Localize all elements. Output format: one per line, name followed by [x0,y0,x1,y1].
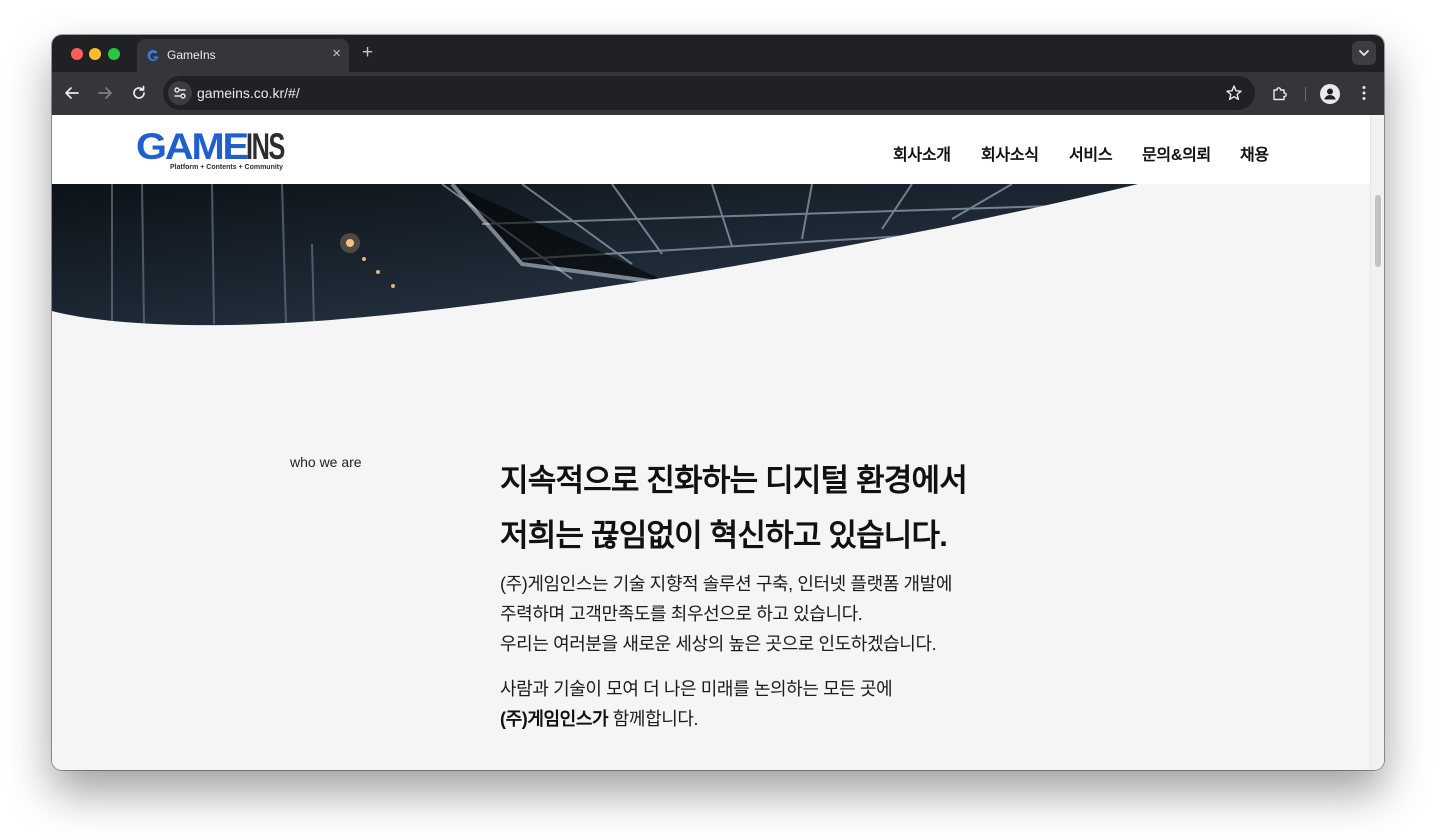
scrollbar-thumb[interactable] [1375,195,1381,267]
extensions-icon[interactable] [1271,84,1289,102]
headline-line-2: 저희는 끊임없이 혁신하고 있습니다. [500,510,948,557]
gameins-logo[interactable]: GAME INS Platform + Contents + Community [136,129,296,171]
new-tab-icon[interactable]: + [362,43,373,63]
headline-line-1: 지속적으로 진화하는 디지털 환경에서 [500,455,968,502]
profile-avatar[interactable] [1320,84,1340,104]
nav-company-news[interactable]: 회사소식 [981,141,1039,165]
back-arrow-icon[interactable] [63,84,81,102]
intro-line: (주)게임인스는 기술 지향적 솔루션 구축, 인터넷 플랫폼 개발에 [500,574,952,594]
toolbar-separator [1305,87,1306,101]
tab-search-button[interactable] [1352,41,1376,65]
nav-services[interactable]: 서비스 [1069,141,1113,165]
svg-text:Platform + Contents + Communit: Platform + Contents + Community [170,162,284,171]
chevron-down-icon [1359,50,1369,57]
headline-line-2-highlight-text: 끊임없이 혁신하고 있습니다. [590,518,948,553]
gameins-favicon-icon [147,49,159,61]
page-scrollbar[interactable] [1370,115,1384,770]
closing-line: 사람과 기술이 모여 더 나은 미래를 논의하는 모든 곳에 [500,679,893,699]
tune-icon [174,87,186,99]
reload-icon[interactable] [130,84,148,102]
browser-tab[interactable]: GameIns × [137,39,349,72]
closing-line-2: (주)게임인스가 함께합니다. [500,704,892,734]
tab-strip: GameIns × + [52,35,1384,72]
headline-line-1-plain: 지속적으로 진화하는 [500,463,766,498]
address-bar[interactable]: gameins.co.kr/#/ [163,76,1255,110]
hero-banner-image [52,184,1138,326]
nav-careers[interactable]: 채용 [1240,141,1269,165]
close-tab-icon[interactable]: × [332,46,341,62]
page-viewport: GAME INS Platform + Contents + Community… [52,115,1384,770]
headline-line-1-highlight: 디지털 환경에서 [765,455,968,502]
forward-arrow-icon[interactable] [96,84,114,102]
site-header: GAME INS Platform + Contents + Community… [52,115,1370,184]
person-icon [1324,88,1336,100]
intro-line: 주력하며 고객만족도를 최우선으로 하고 있습니다. [500,604,863,624]
maximize-window-button[interactable] [108,48,120,60]
company-name-bold: (주)게임인스가 [500,709,609,729]
intro-line: 우리는 여러분을 새로운 세상의 높은 곳으로 인도하겠습니다. [500,634,937,654]
tab-title: GameIns [167,48,216,62]
page-content: GAME INS Platform + Contents + Community… [52,115,1370,770]
more-options-icon[interactable] [1355,84,1373,102]
minimize-window-button[interactable] [89,48,101,60]
headline-line-2-highlight: 끊임없이 혁신하고 있습니다. [590,510,948,557]
intro-paragraph: (주)게임인스는 기술 지향적 솔루션 구축, 인터넷 플랫폼 개발에 주력하며… [500,569,952,659]
bookmark-star-icon[interactable] [1225,84,1243,102]
url-text[interactable]: gameins.co.kr/#/ [197,85,300,101]
browser-toolbar: gameins.co.kr/#/ [52,72,1384,115]
nav-inquiry[interactable]: 문의&의뢰 [1142,141,1211,165]
close-window-button[interactable] [71,48,83,60]
site-info-button[interactable] [168,81,192,105]
section-label: who we are [290,454,362,470]
headline-line-1-highlight-text: 디지털 환경에서 [765,463,968,498]
closing-paragraph: 사람과 기술이 모여 더 나은 미래를 논의하는 모든 곳에 (주)게임인스가 … [500,674,893,734]
browser-window: GameIns × + gameins.co.kr/#/ GAME INS Pl… [52,35,1384,770]
nav-company-intro[interactable]: 회사소개 [893,141,951,165]
closing-rest: 함께합니다. [608,709,699,729]
headline-line-2-plain: 저희는 [500,518,591,553]
